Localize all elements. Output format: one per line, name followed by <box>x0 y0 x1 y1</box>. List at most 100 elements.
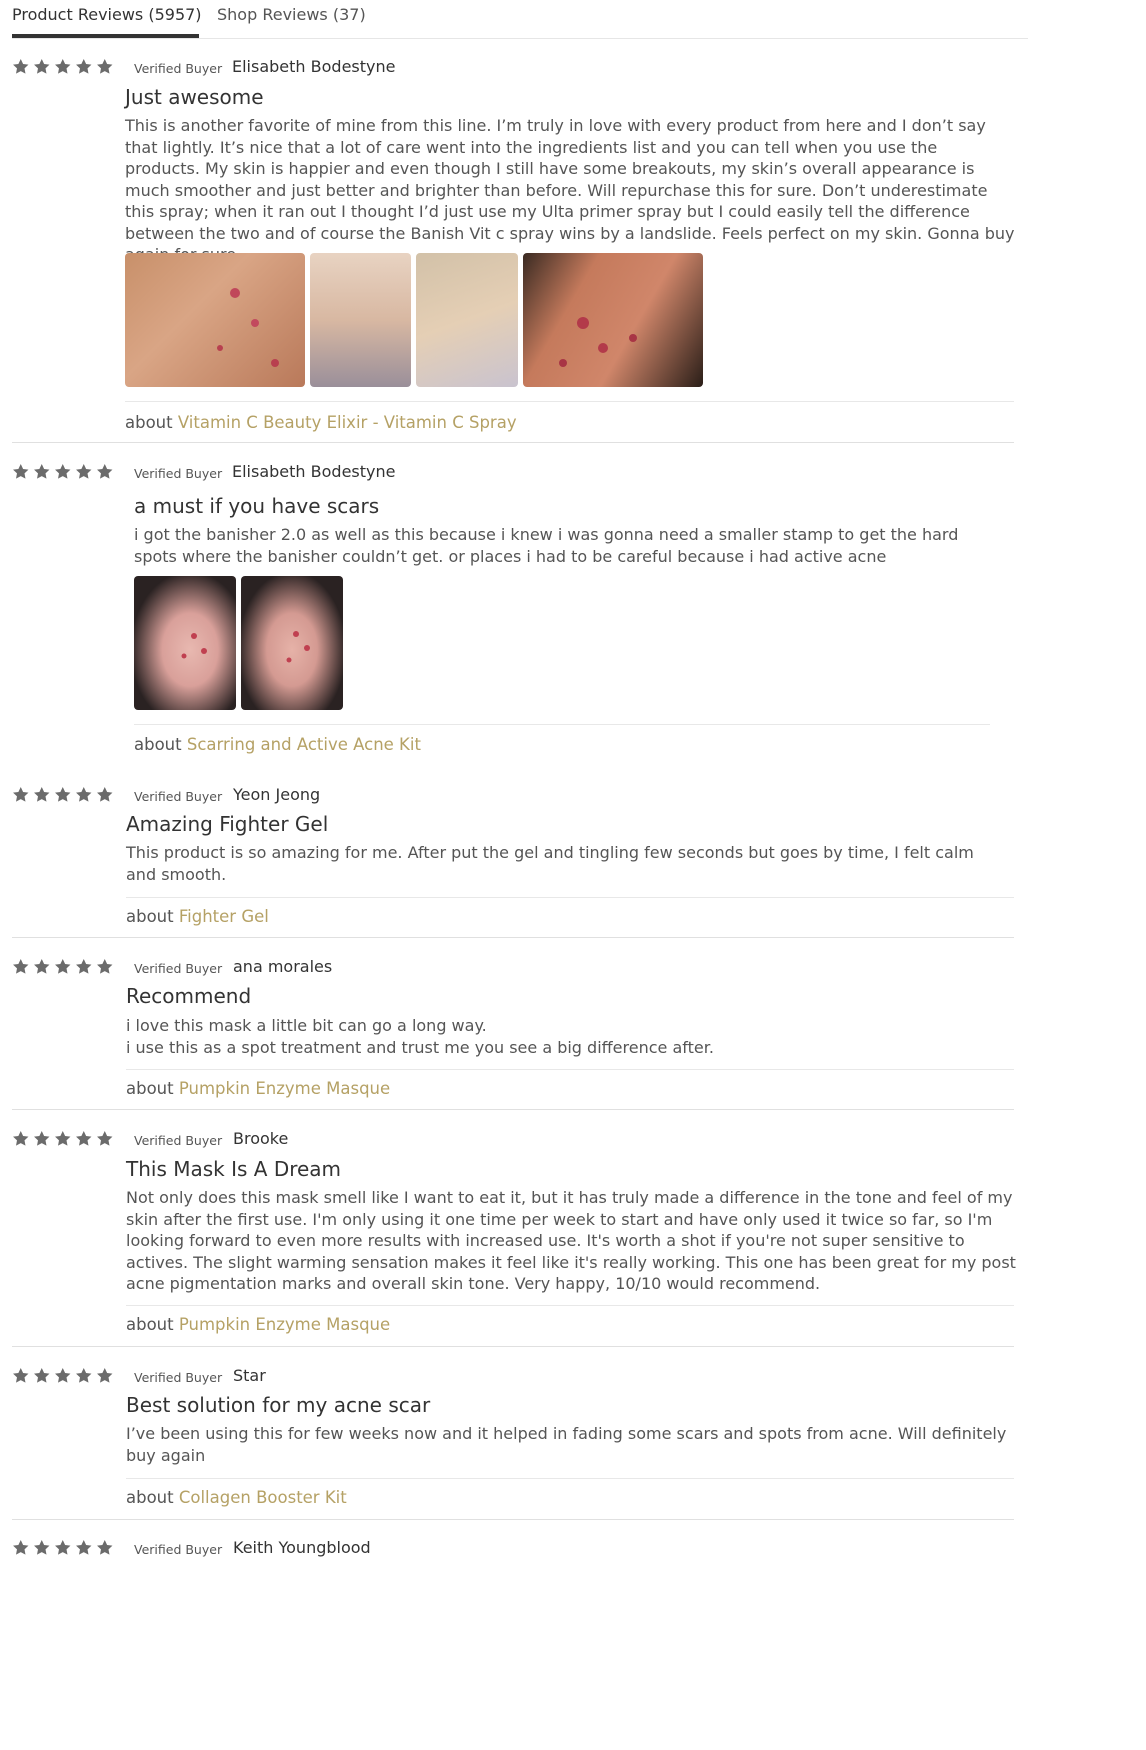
star-rating <box>12 58 117 78</box>
verified-buyer-label: Verified Buyer <box>134 1133 223 1148</box>
star-icon <box>75 1539 93 1557</box>
star-icon <box>12 58 30 76</box>
star-rating <box>12 786 117 806</box>
about-product: about Scarring and Active Acne Kit <box>134 735 421 754</box>
review-body-line: i use this as a spot treatment and trust… <box>126 1037 714 1057</box>
star-icon <box>75 786 93 804</box>
reviewer-name: Elisabeth Bodestyne <box>232 462 396 481</box>
review-title: Just awesome <box>125 85 264 109</box>
star-icon <box>54 958 72 976</box>
review-body: I’ve been using this for few weeks now a… <box>126 1424 1007 1465</box>
review-photo-image <box>559 317 637 367</box>
review-photo[interactable] <box>310 253 411 387</box>
about-product: about Collagen Booster Kit <box>126 1488 347 1507</box>
about-label: about <box>126 1079 174 1098</box>
product-link[interactable]: Scarring and Active Acne Kit <box>187 735 421 754</box>
product-link[interactable]: Fighter Gel <box>179 907 269 926</box>
star-rating <box>12 1130 117 1150</box>
product-link[interactable]: Pumpkin Enzyme Masque <box>179 1079 390 1098</box>
review-photos <box>125 253 705 387</box>
star-icon <box>54 58 72 76</box>
review-title: Amazing Fighter Gel <box>126 812 329 836</box>
star-icon <box>33 463 51 481</box>
review-divider <box>12 1519 1014 1520</box>
star-icon <box>54 786 72 804</box>
review-photo[interactable] <box>125 253 305 387</box>
review-photo-image <box>181 633 207 659</box>
product-link[interactable]: Collagen Booster Kit <box>179 1488 347 1507</box>
separator <box>126 1305 1014 1306</box>
review-photo-image <box>286 631 310 663</box>
reviewer-name: ana morales <box>233 957 333 976</box>
star-icon <box>96 786 114 804</box>
separator <box>125 401 1014 402</box>
star-icon <box>96 58 114 76</box>
star-icon <box>75 958 93 976</box>
star-icon <box>12 786 30 804</box>
product-link[interactable]: Pumpkin Enzyme Masque <box>179 1315 390 1334</box>
star-icon <box>96 1367 114 1385</box>
star-icon <box>12 1367 30 1385</box>
review-photos <box>134 576 344 710</box>
star-rating <box>12 463 117 483</box>
about-product: about Vitamin C Beauty Elixir - Vitamin … <box>125 413 517 432</box>
review-divider <box>12 937 1014 938</box>
star-rating <box>12 958 117 978</box>
star-icon <box>96 1539 114 1557</box>
star-icon <box>75 1130 93 1148</box>
review-divider <box>12 1109 1014 1110</box>
star-icon <box>75 1367 93 1385</box>
separator <box>134 724 990 725</box>
star-icon <box>33 1539 51 1557</box>
star-icon <box>33 1130 51 1148</box>
star-icon <box>54 463 72 481</box>
review-title: a must if you have scars <box>134 494 380 518</box>
review-photo[interactable] <box>241 576 343 710</box>
reviewer-name: Star <box>233 1366 266 1385</box>
review-title: This Mask Is A Dream <box>126 1157 342 1181</box>
about-product: about Pumpkin Enzyme Masque <box>126 1315 390 1334</box>
review-photo[interactable] <box>523 253 703 387</box>
verified-buyer-label: Verified Buyer <box>134 961 223 976</box>
review-body: This product is so amazing for me. After… <box>126 843 974 884</box>
review-divider <box>12 442 1014 443</box>
separator <box>126 1069 1014 1070</box>
review-title: Recommend <box>126 984 252 1008</box>
star-icon <box>12 1130 30 1148</box>
star-icon <box>96 463 114 481</box>
star-icon <box>54 1367 72 1385</box>
reviewer-name: Keith Youngblood <box>233 1538 371 1557</box>
review-body-line: i love this mask a little bit can go a l… <box>126 1016 487 1035</box>
review-body: Not only does this mask smell like I wan… <box>126 1188 1016 1293</box>
verified-buyer-label: Verified Buyer <box>134 466 223 481</box>
star-icon <box>96 958 114 976</box>
verified-buyer-label: Verified Buyer <box>134 61 223 76</box>
star-icon <box>33 786 51 804</box>
star-icon <box>33 958 51 976</box>
review-photo[interactable] <box>416 253 518 387</box>
reviewer-name: Elisabeth Bodestyne <box>232 57 396 76</box>
verified-buyer-label: Verified Buyer <box>134 1542 223 1557</box>
review-body: i love this mask a little bit can go a l… <box>126 1015 1006 1058</box>
review-divider <box>12 1346 1014 1347</box>
review-photo-image <box>217 288 279 367</box>
about-label: about <box>134 735 182 754</box>
star-icon <box>75 463 93 481</box>
about-label: about <box>126 907 174 926</box>
star-icon <box>12 958 30 976</box>
tab-shop-reviews[interactable]: Shop Reviews (37) <box>217 0 366 38</box>
review-photo[interactable] <box>134 576 236 710</box>
reviewer-name: Brooke <box>233 1129 289 1148</box>
verified-buyer-label: Verified Buyer <box>134 789 223 804</box>
tab-product-reviews[interactable]: Product Reviews (5957) <box>12 0 202 38</box>
product-link[interactable]: Vitamin C Beauty Elixir - Vitamin C Spra… <box>178 413 517 432</box>
star-rating <box>12 1367 117 1387</box>
star-icon <box>33 58 51 76</box>
separator <box>126 1478 1014 1479</box>
star-icon <box>12 1539 30 1557</box>
star-icon <box>54 1130 72 1148</box>
about-product: about Fighter Gel <box>126 907 269 926</box>
star-icon <box>96 1130 114 1148</box>
verified-buyer-label: Verified Buyer <box>134 1370 223 1385</box>
star-icon <box>12 463 30 481</box>
